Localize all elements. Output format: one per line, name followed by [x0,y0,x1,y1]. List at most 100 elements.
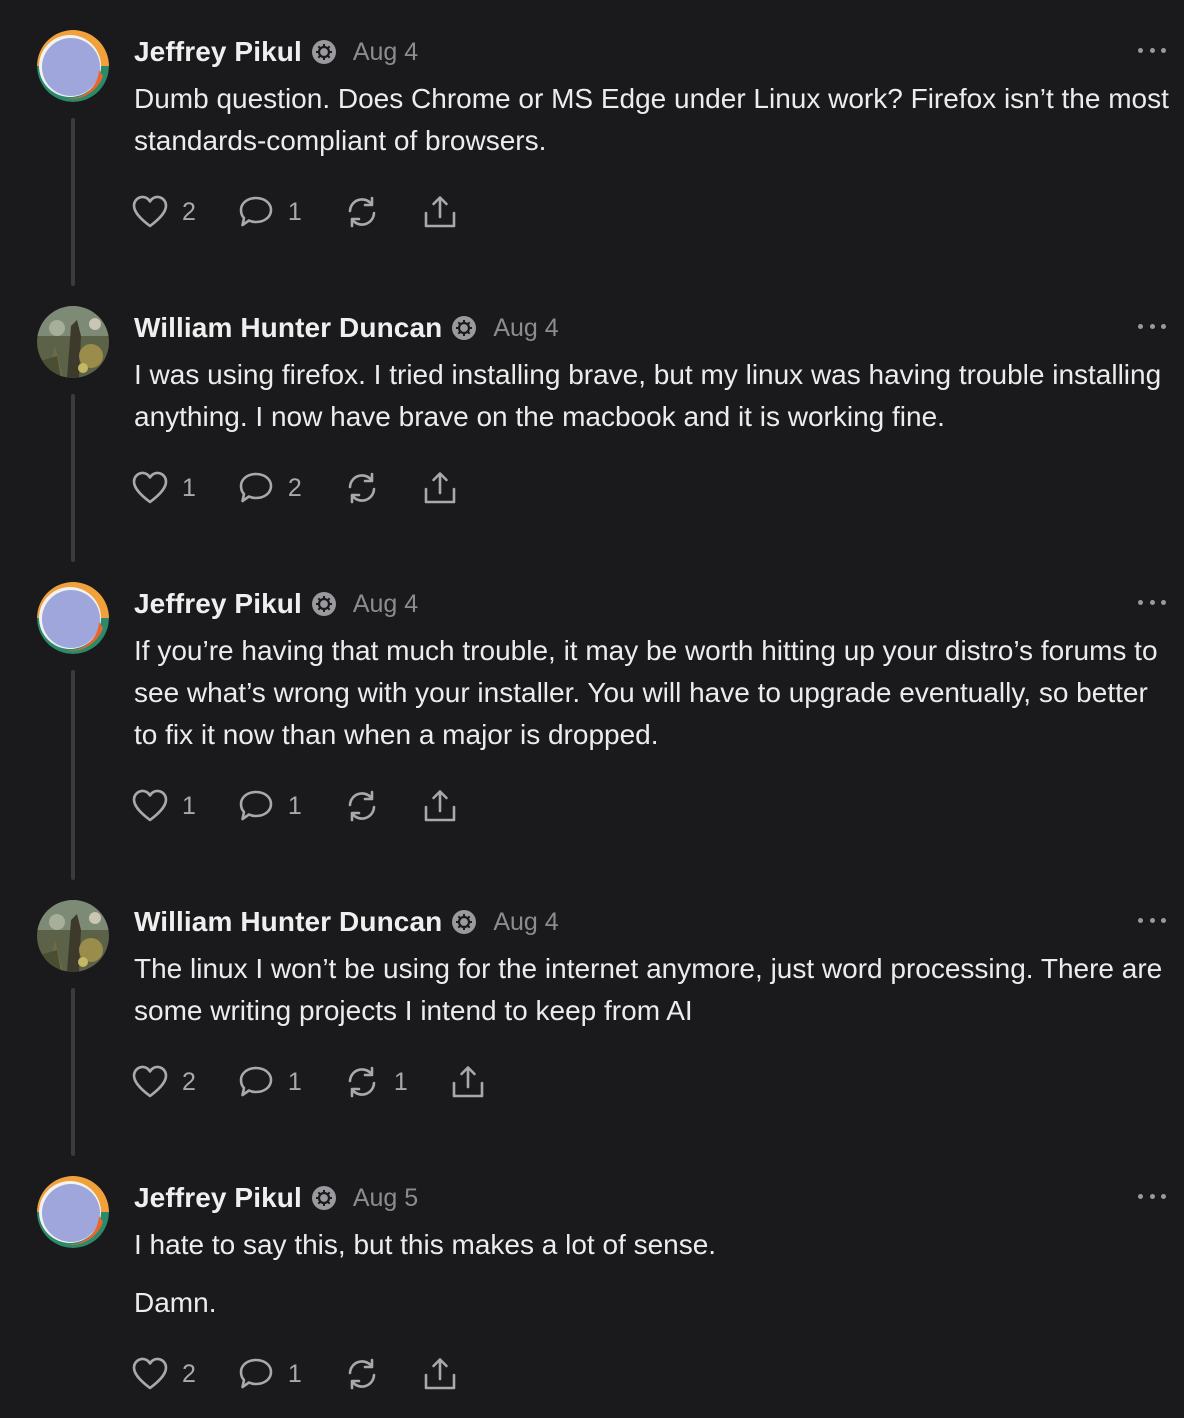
thread-line [71,988,75,1156]
more-options-button[interactable] [1138,38,1166,62]
comment-actions: 2 1 1 [132,1062,528,1102]
comment: William Hunter Duncan Aug 4 I was using … [0,276,1184,562]
heart-icon [132,1065,168,1098]
share-button[interactable] [422,471,458,505]
author-name[interactable]: Jeffrey Pikul [134,588,302,620]
comment-actions: 1 1 [132,786,500,826]
dot-icon [1161,1193,1166,1199]
dot-icon [1149,323,1155,329]
dot-icon [1149,917,1155,923]
comment-date[interactable]: Aug 4 [353,38,418,67]
comment-body: Dumb question. Does Chrome or MS Edge un… [134,78,1170,178]
dot-icon [1161,47,1166,53]
avatar[interactable] [37,306,109,378]
thread-line [71,394,75,562]
comment-date[interactable]: Aug 4 [493,314,558,343]
restack-button[interactable]: 1 [344,1065,408,1099]
dot-icon [1161,917,1166,923]
more-options-button[interactable] [1138,908,1166,932]
like-button[interactable]: 1 [132,471,196,505]
comment-paragraph: If you’re having that much trouble, it m… [134,635,1158,750]
author-name[interactable]: Jeffrey Pikul [134,1182,302,1214]
share-icon [424,196,456,228]
like-button[interactable]: 2 [132,1065,196,1099]
comment-body: If you’re having that much trouble, it m… [134,630,1170,772]
share-button[interactable] [422,1357,458,1391]
reply-button[interactable]: 2 [238,471,302,505]
comment-actions: 2 1 [132,1354,500,1394]
comment-paragraph: I was using firefox. I tried installing … [134,359,1162,432]
speech-bubble-icon [239,1066,273,1097]
dot-icon [1149,1193,1155,1199]
comment-date[interactable]: Aug 5 [353,1184,418,1213]
share-button[interactable] [422,789,458,823]
author-name[interactable]: William Hunter Duncan [134,312,442,344]
comment-body: I was using firefox. I tried installing … [134,354,1170,454]
dot-icon [1138,599,1143,605]
share-icon [424,472,456,504]
dot-icon [1161,323,1166,329]
dot-icon [1138,323,1143,329]
comment-body: I hate to say this, but this makes a lot… [134,1224,1170,1340]
dot-icon [1138,1193,1143,1199]
comment-actions: 2 1 [132,192,500,232]
like-count: 1 [182,473,196,502]
dot-icon [1161,599,1166,605]
thread-line [71,670,75,880]
comment-header: Jeffrey Pikul Aug 4 [134,32,418,72]
restack-button[interactable] [344,471,380,505]
restack-button[interactable] [344,789,380,823]
share-icon [424,790,456,822]
restack-icon [348,1358,376,1390]
restack-icon [348,196,376,228]
speech-bubble-icon [239,472,273,503]
comment-date[interactable]: Aug 4 [353,590,418,619]
comment: Jeffrey Pikul Aug 5 I hate to say this, … [0,1146,1184,1418]
reply-button[interactable]: 1 [238,789,302,823]
like-button[interactable]: 2 [132,195,196,229]
restack-icon [348,1066,376,1098]
reply-count: 1 [287,1067,302,1096]
comment-header: William Hunter Duncan Aug 4 [134,308,559,348]
like-button[interactable]: 1 [132,789,196,823]
subscriber-badge-icon [451,315,477,341]
reply-button[interactable]: 1 [238,195,302,229]
thread-line [71,118,75,286]
speech-bubble-icon [239,790,273,821]
reply-button[interactable]: 1 [238,1357,302,1391]
restack-button[interactable] [344,1357,380,1391]
share-icon [452,1066,484,1098]
speech-bubble-icon [239,1358,273,1389]
avatar[interactable] [37,1176,109,1248]
restack-button[interactable] [344,195,380,229]
avatar[interactable] [37,900,109,972]
comment-paragraph: I hate to say this, but this makes a lot… [134,1229,717,1260]
heart-icon [132,195,168,228]
more-options-button[interactable] [1138,1184,1166,1208]
more-options-button[interactable] [1138,314,1166,338]
subscriber-badge-icon [311,591,337,617]
like-button[interactable]: 2 [132,1357,196,1391]
author-name[interactable]: Jeffrey Pikul [134,36,302,68]
dot-icon [1149,47,1155,53]
avatar[interactable] [37,582,109,654]
heart-icon [132,471,168,504]
comment-paragraph: Dumb question. Does Chrome or MS Edge un… [134,83,1169,156]
comment-date[interactable]: Aug 4 [493,908,558,937]
more-options-button[interactable] [1138,590,1166,614]
reply-button[interactable]: 1 [238,1065,302,1099]
reply-count: 2 [287,473,302,502]
avatar[interactable] [37,30,109,102]
heart-icon [132,789,168,822]
share-button[interactable] [450,1065,486,1099]
share-button[interactable] [422,195,458,229]
reply-count: 1 [287,1359,302,1388]
restack-count: 1 [393,1067,408,1096]
like-count: 1 [182,791,196,820]
reply-count: 1 [287,791,302,820]
comment: Jeffrey Pikul Aug 4 Dumb question. Does … [0,0,1184,286]
dot-icon [1138,917,1143,923]
comment-paragraph: Damn. [134,1287,217,1318]
author-name[interactable]: William Hunter Duncan [134,906,442,938]
speech-bubble-icon [239,196,273,227]
